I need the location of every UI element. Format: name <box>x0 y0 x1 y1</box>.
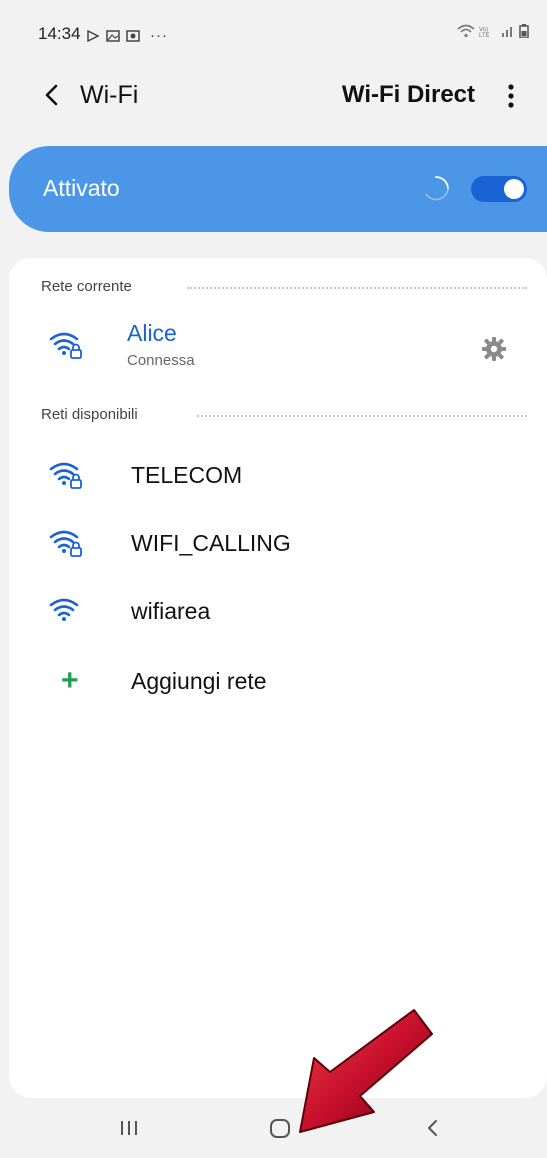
photo-icon <box>126 29 140 42</box>
app-header: Wi-Fi Wi-Fi Direct <box>0 68 547 124</box>
notification-icons: ··· <box>86 27 168 44</box>
volte-icon: Vo)LTE <box>479 27 490 38</box>
page-title: Wi-Fi <box>80 81 139 109</box>
network-row-telecom[interactable]: TELECOM <box>9 446 547 506</box>
more-notifications-icon: ··· <box>150 27 168 44</box>
system-status-icons: Vo) LTE <box>457 24 529 38</box>
network-name: TELECOM <box>131 462 243 488</box>
network-name: wifiarea <box>131 598 211 624</box>
plus-icon: + <box>61 664 79 697</box>
connected-network-name: Alice <box>127 320 177 346</box>
navigation-bar <box>0 1100 547 1158</box>
recent-apps-icon[interactable] <box>118 1116 140 1140</box>
svg-text:LTE: LTE <box>479 33 490 38</box>
annotation-arrow-icon <box>299 1009 433 1133</box>
home-icon[interactable] <box>269 1116 291 1140</box>
back-arrow-icon[interactable] <box>38 80 68 110</box>
toggle-knob <box>504 179 524 199</box>
more-options-icon[interactable] <box>505 82 517 110</box>
section-divider <box>197 415 527 417</box>
play-store-icon <box>87 29 100 42</box>
network-name: WIFI_CALLING <box>131 530 291 556</box>
status-bar: 14:34 ··· Vo) LTE <box>0 0 547 68</box>
available-networks-header: Reti disponibili <box>41 406 138 423</box>
current-network-row[interactable]: Alice Connessa <box>9 320 547 380</box>
wifi-secured-connected-icon <box>49 332 82 359</box>
add-network-label: Aggiungi rete <box>131 668 267 694</box>
wifi-settings-screen: 14:34 ··· Vo) LTE Wi-Fi Wi-Fi Direct Atti… <box>0 0 547 1158</box>
wifi-toggle-switch[interactable] <box>471 176 527 202</box>
add-network-row[interactable]: + Aggiungi rete <box>9 652 547 712</box>
wifi-status-icon <box>457 24 475 38</box>
networks-card: Rete corrente Alice Connessa Reti dispon… <box>9 258 547 1098</box>
wifi-secured-icon <box>49 462 82 489</box>
section-divider <box>187 287 527 289</box>
gallery-icon <box>106 29 120 42</box>
wifi-toggle-banner[interactable]: Attivato <box>9 146 547 232</box>
signal-icon <box>502 27 512 37</box>
gear-icon[interactable] <box>481 336 507 362</box>
wifi-icon <box>49 598 79 621</box>
battery-icon <box>519 24 529 38</box>
network-row-wifiarea[interactable]: wifiarea <box>9 582 547 642</box>
scanning-spinner-icon <box>425 176 449 201</box>
connected-network-status: Connessa <box>127 352 195 369</box>
current-network-header: Rete corrente <box>41 278 132 295</box>
wifi-secured-icon <box>49 530 82 557</box>
wifi-toggle-label: Attivato <box>43 175 120 201</box>
network-row-wifi-calling[interactable]: WIFI_CALLING <box>9 514 547 574</box>
status-time: 14:34 <box>38 24 81 43</box>
wifi-direct-button[interactable]: Wi-Fi Direct <box>342 81 475 109</box>
